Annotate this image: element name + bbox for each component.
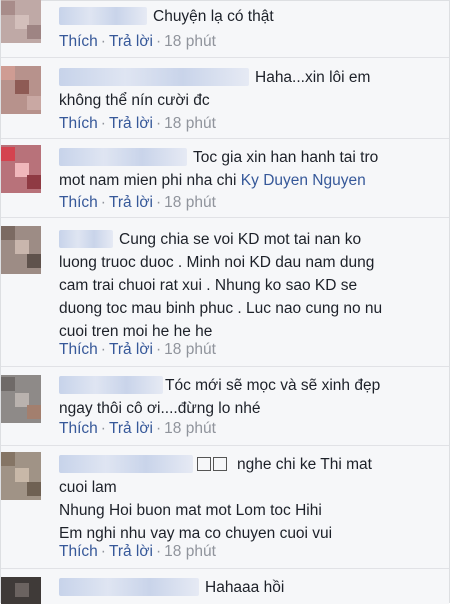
reply-link[interactable]: Trả lời xyxy=(109,543,153,560)
comment-actions: Thích · Trả lời · 18 phút xyxy=(59,115,216,133)
avatar[interactable] xyxy=(1,145,41,193)
comment-text: nghe chi ke Thi mat cuoi lam Nhung Hoi b… xyxy=(59,456,372,542)
like-link[interactable]: Thích xyxy=(59,194,98,211)
avatar[interactable] xyxy=(1,375,41,423)
like-link[interactable]: Thích xyxy=(59,543,98,560)
comment-actions: Thích · Trả lời · 18 phút xyxy=(59,194,216,212)
reply-link[interactable]: Trả lời xyxy=(109,341,153,358)
comment-item: nghe chi ke Thi mat cuoi lam Nhung Hoi b… xyxy=(1,446,449,569)
separator: · xyxy=(155,341,162,358)
separator: · xyxy=(155,420,162,437)
comment-item: Toc gia xin han hanh tai tro mot nam mie… xyxy=(1,139,449,218)
comment-item: Chuyện lạ có thật Thích · Trả lời · 18 phút xyxy=(1,0,449,58)
like-link[interactable]: Thích xyxy=(59,420,98,437)
separator: · xyxy=(100,341,106,358)
comment-item: Tóc mới sẽ mọc và sẽ xinh đẹp ngay thôi … xyxy=(1,367,449,446)
timestamp[interactable]: 18 phút xyxy=(164,33,216,50)
timestamp[interactable]: 18 phút xyxy=(164,341,216,358)
comment-actions: Thích · Trả lời · 18 phút xyxy=(59,33,216,51)
like-link[interactable]: Thích xyxy=(59,341,98,358)
comment-text: Chuyện lạ có thật xyxy=(153,8,274,25)
comment-item: Haha...xin lôi em không thể nín cười đc … xyxy=(1,58,449,139)
comment-text: Tóc mới sẽ mọc và sẽ xinh đẹp ngay thôi … xyxy=(59,377,381,417)
timestamp[interactable]: 18 phút xyxy=(164,115,216,132)
comment-text: Toc gia xin han hanh tai tro mot nam mie… xyxy=(59,146,439,192)
separator: · xyxy=(100,33,106,50)
timestamp[interactable]: 18 phút xyxy=(164,194,216,211)
comment-actions: Thích · Trả lời · 18 phút xyxy=(59,420,216,438)
comment-item: Cung chia se voi KD mot tai nan ko luong… xyxy=(1,218,449,367)
separator: · xyxy=(100,194,106,211)
reply-link[interactable]: Trả lời xyxy=(109,115,153,132)
timestamp[interactable]: 18 phút xyxy=(164,420,216,437)
reply-link[interactable]: Trả lời xyxy=(109,194,153,211)
separator: · xyxy=(100,115,106,132)
separator: · xyxy=(155,115,162,132)
reply-link[interactable]: Trả lời xyxy=(109,33,153,50)
comment-text: Hahaaa hồi xyxy=(205,579,285,596)
reply-link[interactable]: Trả lời xyxy=(109,420,153,437)
avatar[interactable] xyxy=(1,66,41,114)
mention-link[interactable]: Ky Duyen Nguyen xyxy=(241,172,366,189)
comment-text: Haha...xin lôi em không thể nín cười đc xyxy=(59,69,371,109)
comment-item: Hahaaa hồi xyxy=(1,569,449,604)
avatar[interactable] xyxy=(1,226,41,274)
commenter-name[interactable] xyxy=(59,7,147,25)
comment-text: Cung chia se voi KD mot tai nan ko luong… xyxy=(59,231,383,340)
timestamp[interactable]: 18 phút xyxy=(164,543,216,560)
comment-actions: Thích · Trả lời · 18 phút xyxy=(59,341,216,359)
avatar[interactable] xyxy=(1,0,41,43)
separator: · xyxy=(155,194,162,211)
comment-actions: Thích · Trả lời · 18 phút xyxy=(59,543,216,561)
separator: · xyxy=(100,420,106,437)
separator: · xyxy=(155,543,162,560)
like-link[interactable]: Thích xyxy=(59,115,98,132)
avatar[interactable] xyxy=(1,577,41,604)
separator: · xyxy=(155,33,162,50)
like-link[interactable]: Thích xyxy=(59,33,98,50)
separator: · xyxy=(100,543,106,560)
avatar[interactable] xyxy=(1,452,41,500)
comment-list: Chuyện lạ có thật Thích · Trả lời · 18 phút … xyxy=(0,0,450,604)
